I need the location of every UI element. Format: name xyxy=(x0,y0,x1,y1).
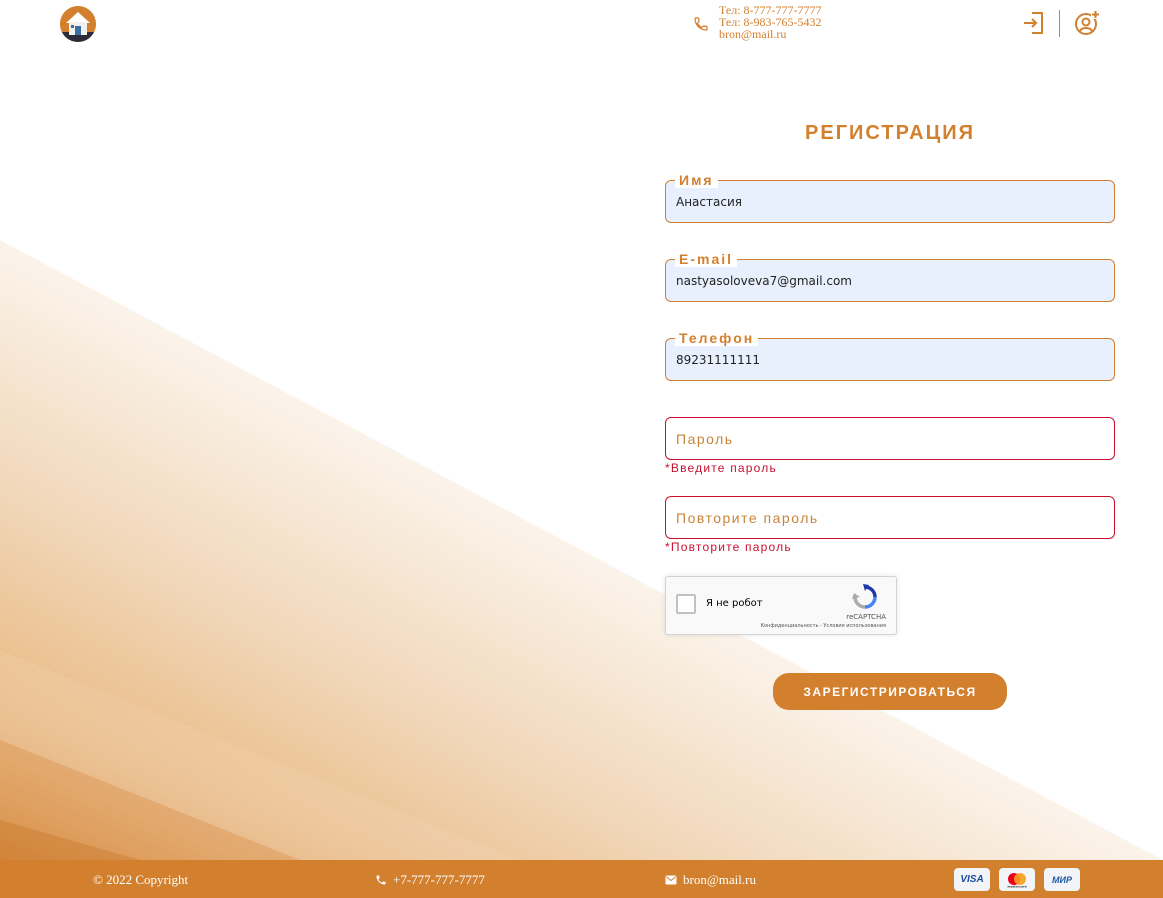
page-title: РЕГИСТРАЦИЯ xyxy=(805,122,975,144)
email-field[interactable]: E-mail xyxy=(665,251,1115,302)
password-input[interactable] xyxy=(666,418,1114,459)
login-icon[interactable] xyxy=(1022,11,1044,35)
user-add-icon[interactable] xyxy=(1074,10,1100,36)
site-header: Тел: 8-777-777-7777 Тел: 8-983-765-5432 … xyxy=(0,0,1163,50)
recaptcha-icon xyxy=(852,584,877,609)
password-repeat-error: *Повторите пароль xyxy=(665,540,792,554)
recaptcha-legal-links[interactable]: Конфиденциальность - Условия использован… xyxy=(760,623,886,629)
site-footer: © 2022 Copyright +7-777-777-7777 bron@ma… xyxy=(0,860,1163,898)
register-button[interactable]: ЗАРЕГИСТРИРОВАТЬСЯ xyxy=(773,673,1007,710)
email-input[interactable] xyxy=(666,260,1114,301)
mail-icon xyxy=(665,875,677,885)
footer-email[interactable]: bron@mail.ru xyxy=(665,872,756,888)
mir-icon: МИР xyxy=(1044,868,1080,891)
password-field[interactable] xyxy=(665,417,1115,460)
copyright: © 2022 Copyright xyxy=(93,872,189,887)
recaptcha-brand: reCAPTCHA xyxy=(846,613,886,621)
phone-input[interactable] xyxy=(666,339,1114,380)
visa-icon: VISA xyxy=(954,868,990,891)
mastercard-label: mastercard xyxy=(1007,884,1026,888)
recaptcha-widget: Я не робот reCAPTCHA Конфиденциальность … xyxy=(665,576,897,635)
name-field[interactable]: Имя xyxy=(665,172,1115,223)
header-email[interactable]: bron@mail.ru xyxy=(719,28,822,40)
phone-icon xyxy=(376,875,386,885)
phone-field[interactable]: Телефон xyxy=(665,330,1115,381)
password-repeat-input[interactable] xyxy=(666,497,1114,538)
header-divider xyxy=(1059,10,1060,37)
recaptcha-label: Я не робот xyxy=(706,598,763,609)
password-repeat-field[interactable] xyxy=(665,496,1115,539)
footer-phone-text: +7-777-777-7777 xyxy=(393,872,485,887)
phone-icon xyxy=(694,17,708,31)
home-logo-icon[interactable] xyxy=(60,6,96,42)
footer-email-text: bron@mail.ru xyxy=(683,872,756,887)
footer-phone[interactable]: +7-777-777-7777 xyxy=(375,872,485,888)
recaptcha-checkbox[interactable] xyxy=(676,594,696,614)
name-input[interactable] xyxy=(666,181,1114,222)
mastercard-icon: mastercard xyxy=(999,868,1035,891)
password-error: *Введите пароль xyxy=(665,461,777,475)
